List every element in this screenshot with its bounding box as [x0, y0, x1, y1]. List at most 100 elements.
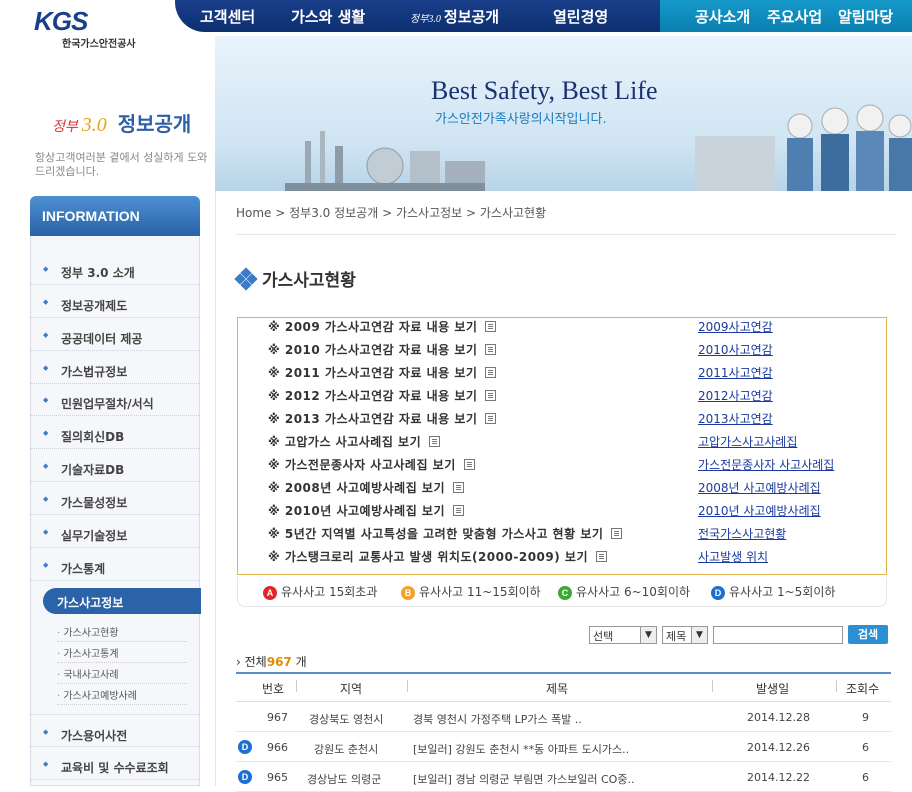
gas-plant-illustration	[285, 131, 485, 191]
chevron-down-icon: ▼	[691, 627, 707, 643]
document-icon	[429, 436, 441, 447]
row-title-link[interactable]: [보일러] 강원도 춘천시 **동 아파트 도시가스..	[413, 741, 629, 757]
link-row-text: ※ 5년간 지역별 사고특성을 고려한 맞춤형 가스사고 현황 보기	[268, 525, 623, 548]
document-icon	[485, 390, 497, 401]
col-views: 조회수	[846, 682, 880, 696]
row-views: 9	[862, 711, 869, 724]
main-content: Home > 정부3.0 정보공개 > 가스사고정보 > 가스사고현황 가스사고…	[215, 191, 912, 792]
sidebar-item-gov30[interactable]: 정부 3.0 소개	[31, 252, 199, 285]
sidebar-item-practical[interactable]: 실무기술정보	[31, 515, 199, 548]
hero-banner: Best Safety, Best Life 가스안전가족사랑의시작입니다.	[215, 36, 912, 191]
sidebar-item-public-data[interactable]: 공공데이터 제공	[31, 318, 199, 351]
gov-title: 정보공개	[117, 112, 192, 136]
link-row-text: ※ 2008년 사고예방사례집 보기	[268, 479, 464, 502]
legend-label: 유사사고 1~5회이하	[729, 585, 836, 599]
sidebar-item-fees[interactable]: 교육비 및 수수료조회	[31, 747, 199, 780]
row-number: 965	[267, 771, 288, 784]
sidebar-sub-stats[interactable]: 가스사고통계	[57, 645, 187, 663]
select-value: 제목	[666, 630, 687, 643]
sidebar-item-gas-law[interactable]: 가스법규정보	[31, 351, 199, 384]
page-title: 가스사고현황	[234, 266, 356, 291]
row-title-link[interactable]: 경북 영천시 가정주택 LP가스 폭발 ..	[413, 711, 582, 727]
link-row-text: ※ 2011 가스사고연감 자료 내용 보기	[268, 364, 497, 387]
row-number: 966	[267, 741, 288, 754]
badge-a-icon: A	[263, 586, 277, 600]
link-row-text: ※ 2012 가스사고연감 자료 내용 보기	[268, 387, 497, 410]
total-number: 967	[266, 655, 292, 669]
sidebar-sub-domestic[interactable]: 국내사고사례	[57, 666, 187, 684]
link-high-pressure-cases[interactable]: 고압가스사고사례집	[698, 433, 797, 450]
sidebar-item-accident-info[interactable]: 가스사고정보	[43, 588, 201, 614]
link-2008-prevention[interactable]: 2008년 사고예방사례집	[698, 479, 821, 496]
link-2009-yearbook[interactable]: 2009사고연감	[698, 318, 773, 335]
col-separator	[296, 680, 297, 692]
link-accident-location[interactable]: 사고발생 위치	[698, 548, 768, 565]
sidebar-item-civil[interactable]: 민원업무절차/서식	[31, 383, 199, 416]
document-icon	[485, 321, 497, 332]
total-suffix: 개	[295, 655, 307, 669]
row-views: 6	[862, 771, 869, 784]
link-row-text: ※ 고압가스 사고사례집 보기	[268, 433, 441, 456]
link-label: ※ 가스전문종사자 사고사례집 보기	[268, 458, 456, 472]
sidebar-item-qna-db[interactable]: 질의회신DB	[31, 416, 199, 449]
sidebar-sub-status[interactable]: 가스사고현황	[57, 624, 187, 642]
gnb-open-management[interactable]: 열린경영	[553, 6, 608, 27]
link-national-accidents[interactable]: 전국가스사고현황	[698, 525, 786, 542]
legend-item-a: A 유사사고 15회초과	[263, 583, 377, 600]
divider	[236, 234, 896, 235]
link-row-text: ※ 2010 가스사고연감 자료 내용 보기	[268, 341, 497, 364]
link-2012-yearbook[interactable]: 2012사고연감	[698, 387, 773, 404]
link-expert-cases[interactable]: 가스전문종사자 사고사례집	[698, 456, 834, 473]
util-nav-notice[interactable]: 알림마당	[838, 6, 893, 27]
legend-item-c: C 유사사고 6~10회이하	[558, 583, 690, 600]
col-title: 제목	[546, 682, 569, 696]
sidebar-sub-prevention[interactable]: 가스사고예방사례	[57, 687, 187, 705]
util-nav-about[interactable]: 공사소개	[695, 6, 750, 27]
link-row-text: ※ 가스탱크로리 교통사고 발생 위치도(2000-2009) 보기	[268, 548, 607, 571]
link-label: ※ 2011 가스사고연감 자료 내용 보기	[268, 366, 478, 380]
col-separator	[836, 680, 837, 692]
gov-prefix: 정부	[52, 120, 78, 135]
link-2010-prevention[interactable]: 2010년 사고예방사례집	[698, 502, 821, 519]
table-header: 번호 지역 제목 발생일 조회수	[236, 674, 891, 702]
gnb-gas-life[interactable]: 가스와 생활	[291, 6, 365, 27]
gnb-customer-center[interactable]: 고객센터	[200, 6, 255, 27]
badge-b-icon: B	[401, 586, 415, 600]
total-prefix: 전체	[244, 655, 267, 669]
row-views: 6	[862, 741, 869, 754]
sidebar-item-disclosure[interactable]: 정보공개제도	[31, 285, 199, 318]
document-icon	[453, 482, 464, 493]
search-input[interactable]	[713, 626, 843, 644]
search-field-select[interactable]: 제목 ▼	[662, 626, 708, 644]
link-label: ※ 가스탱크로리 교통사고 발생 위치도(2000-2009) 보기	[268, 550, 588, 564]
search-scope-select[interactable]: 선택 ▼	[589, 626, 657, 644]
row-date: 2014.12.26	[747, 741, 810, 754]
util-nav-business[interactable]: 주요사업	[767, 6, 822, 27]
link-2011-yearbook[interactable]: 2011사고연감	[698, 364, 773, 381]
row-title-link[interactable]: [보일러] 경남 의령군 부림면 가스보일러 CO중..	[413, 771, 634, 787]
sidebar-item-gas-props[interactable]: 가스물성정보	[31, 482, 199, 515]
link-label: ※ 2010년 사고예방사례집 보기	[268, 504, 445, 518]
sidebar-item-tech-db[interactable]: 기술자료DB	[31, 449, 199, 482]
col-separator	[712, 680, 713, 692]
badge-c-icon: C	[558, 586, 572, 600]
legend-label: 유사사고 11~15회이하	[419, 585, 541, 599]
col-region: 지역	[340, 682, 363, 696]
gnb-gov-info[interactable]: 정부3.0 정보공개	[410, 6, 499, 27]
table-row[interactable]: D 965 경상남도 의령군 [보일러] 경남 의령군 부림면 가스보일러 CO…	[236, 762, 891, 792]
row-region: 경상남도 의령군	[307, 773, 382, 786]
row-date: 2014.12.28	[747, 711, 810, 724]
col-separator	[407, 680, 408, 692]
sidebar-item-glossary[interactable]: 가스용어사전	[31, 714, 199, 747]
sidebar-item-statistics[interactable]: 가스통계	[31, 548, 199, 581]
document-icon	[485, 367, 497, 378]
link-2010-yearbook[interactable]: 2010사고연감	[698, 341, 773, 358]
document-icon	[453, 505, 464, 516]
table-row[interactable]: D 966 강원도 춘천시 [보일러] 강원도 춘천시 **동 아파트 도시가스…	[236, 732, 891, 762]
gov-num: 3.0	[81, 114, 107, 136]
badge-d-icon: D	[238, 740, 252, 754]
select-value: 선택	[593, 630, 614, 643]
link-2013-yearbook[interactable]: 2013사고연감	[698, 410, 773, 427]
table-row[interactable]: 967 경상북도 영천시 경북 영천시 가정주택 LP가스 폭발 .. 2014…	[236, 702, 891, 732]
search-button[interactable]: 검색	[848, 625, 888, 644]
